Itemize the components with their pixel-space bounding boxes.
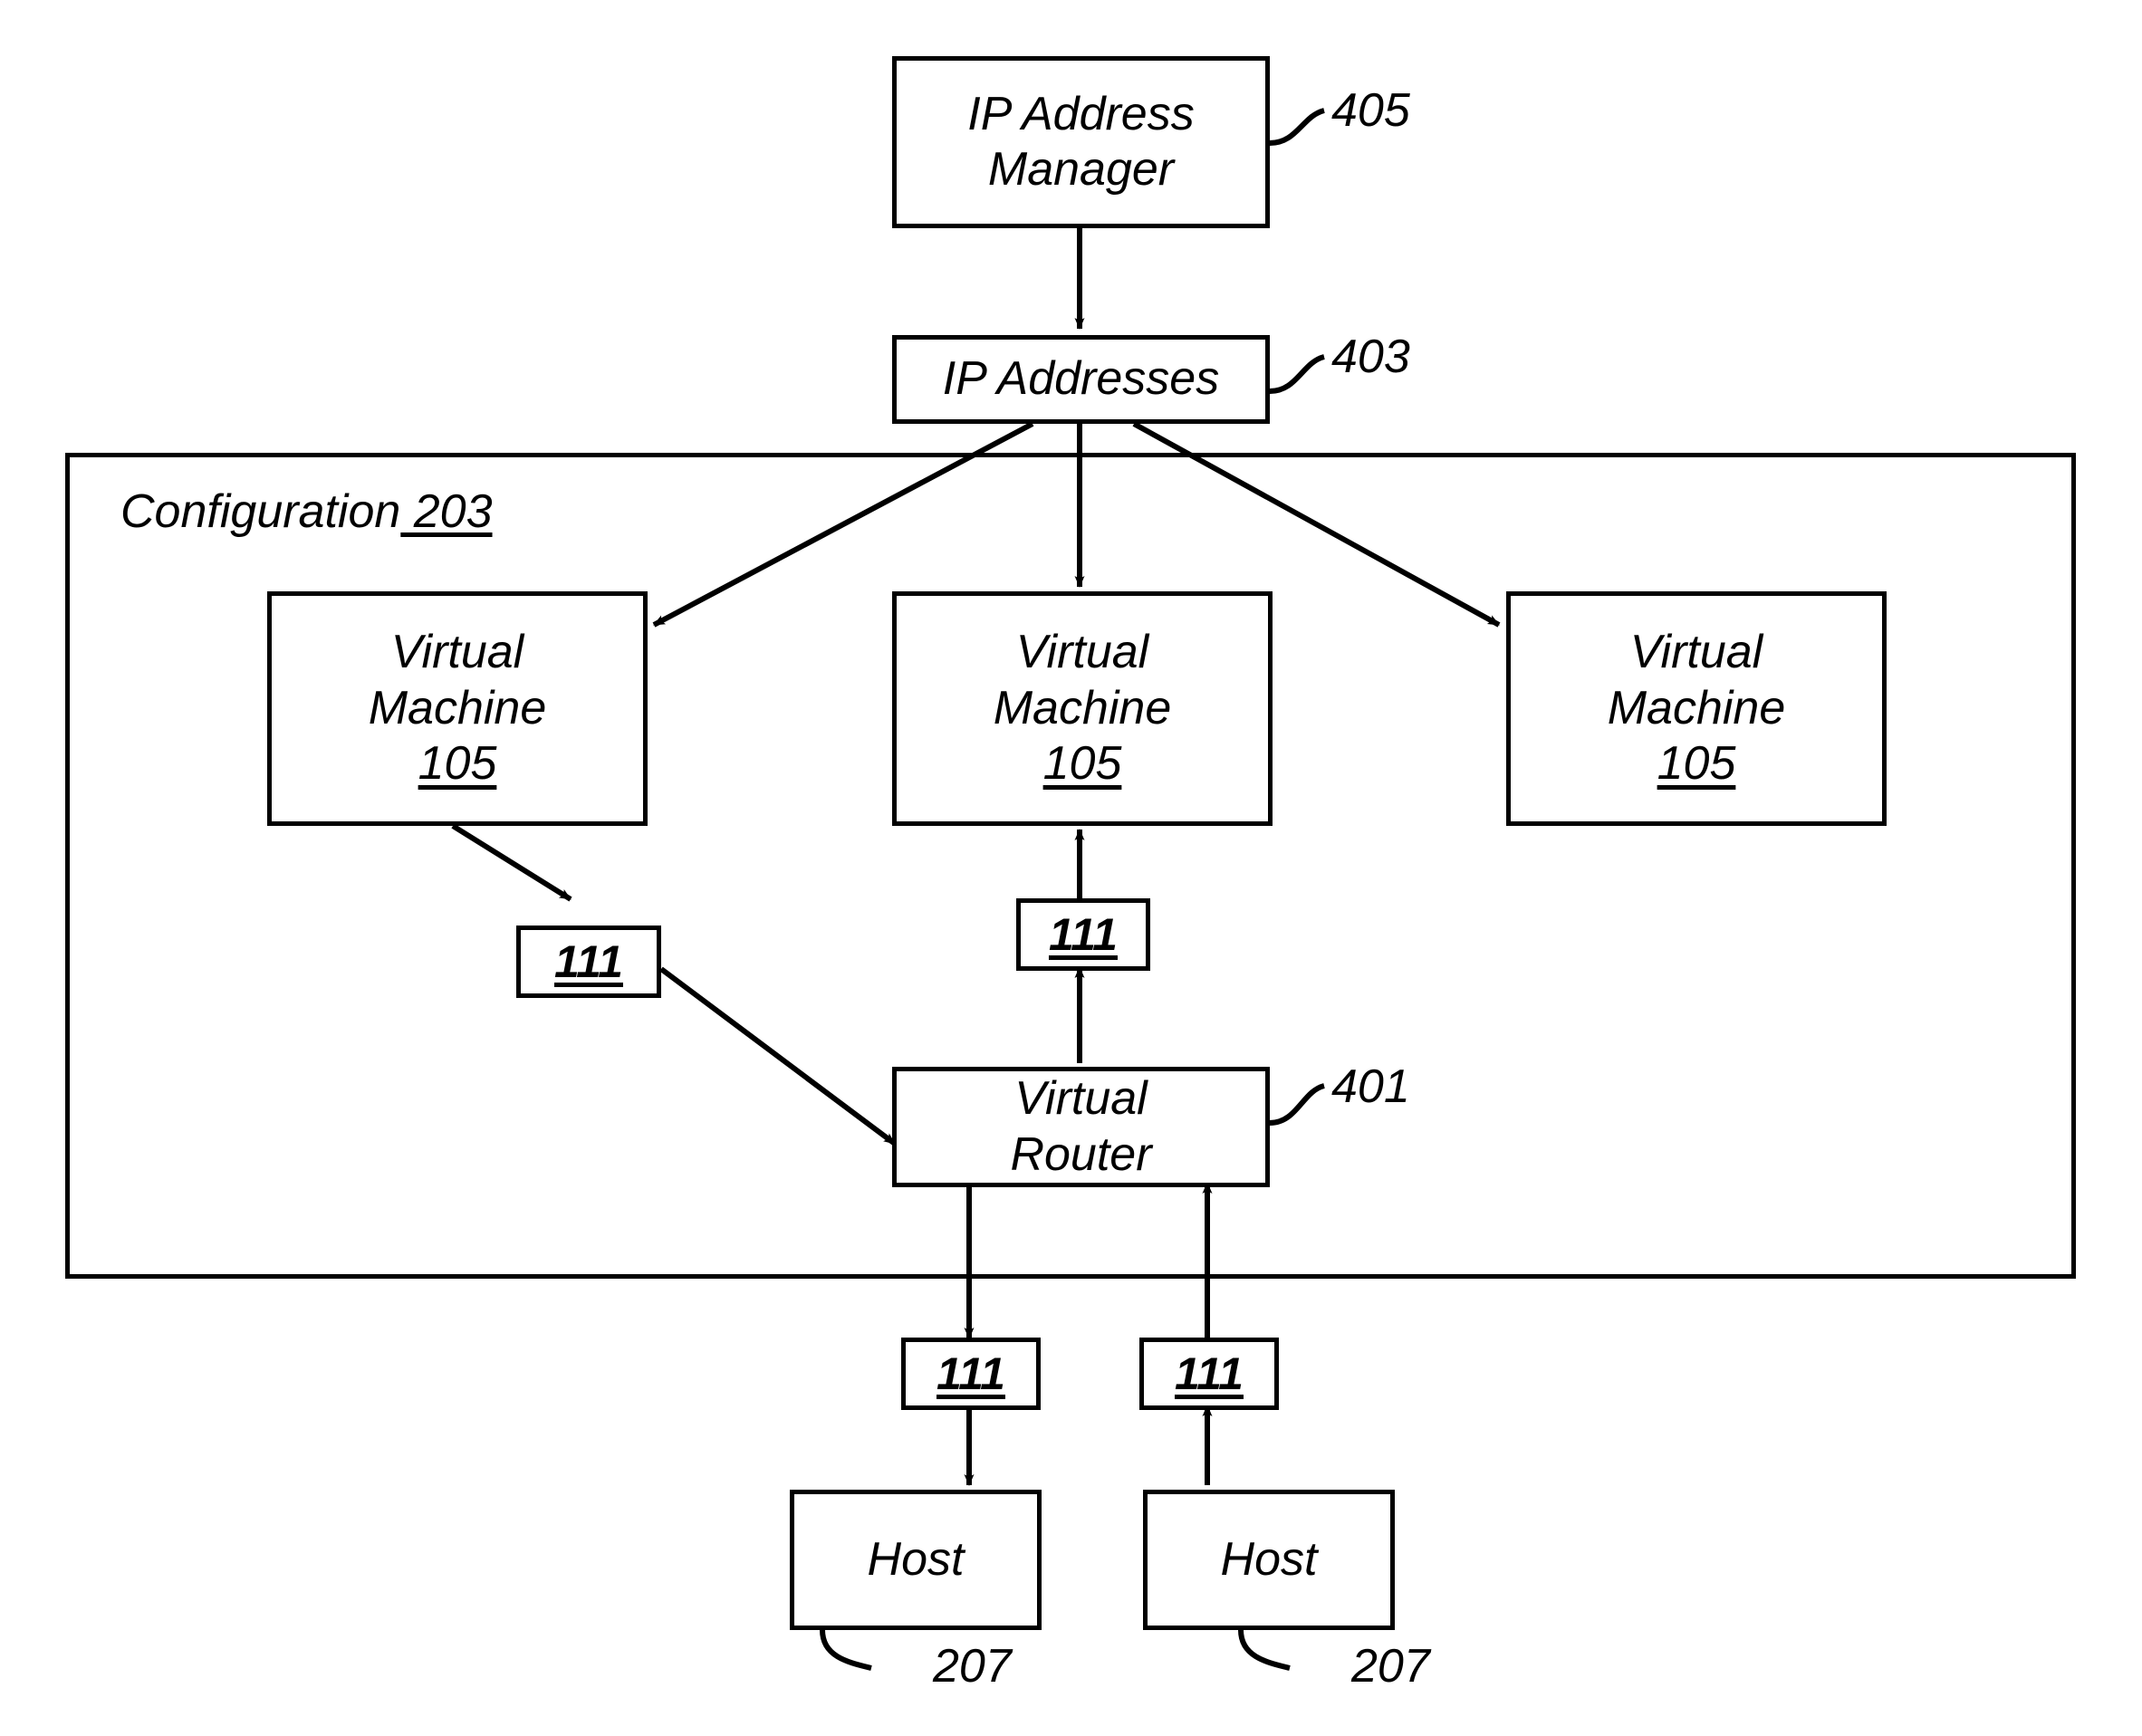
virtual-router-label-line1: Virtual [1014, 1072, 1148, 1126]
virtual-machine-right-label-line1: Virtual [1629, 626, 1763, 679]
virtual-machine-right-id: 105 [1657, 737, 1736, 791]
host-right-node[interactable]: Host [1143, 1490, 1395, 1630]
virtual-machine-center-label-line1: Virtual [1015, 626, 1149, 679]
virtual-machine-right-node[interactable]: Virtual Machine 105 [1506, 591, 1887, 826]
leader-line-403 [1269, 354, 1325, 394]
leader-line-207-right [1238, 1629, 1291, 1671]
ref-number-207-left: 207 [933, 1640, 1012, 1693]
ref-number-405: 405 [1331, 84, 1410, 137]
router-host-right-port-111-id: 111 [1174, 1348, 1244, 1399]
vm-center-port-111-id: 111 [1048, 908, 1118, 960]
vm-center-port-111-node[interactable]: 111 [1016, 898, 1150, 971]
patent-figure: Configuration 203 IP Address Manager 405… [0, 0, 2142, 1736]
router-host-left-port-111-id: 111 [936, 1348, 1005, 1399]
ip-address-manager-label-line1: IP Address [967, 87, 1195, 140]
host-right-label: Host [1220, 1532, 1318, 1586]
configuration-group-label: Configuration 203 [120, 484, 493, 539]
leader-line-207-left [820, 1629, 872, 1671]
ip-address-manager-label-line2: Manager [987, 143, 1175, 196]
virtual-machine-center-id: 105 [1042, 737, 1122, 791]
ip-address-manager-node[interactable]: IP Address Manager [892, 56, 1270, 228]
virtual-machine-left-label-line1: Virtual [390, 626, 524, 679]
virtual-machine-left-label-line2: Machine [368, 681, 547, 734]
virtual-machine-right-label-line2: Machine [1607, 681, 1786, 734]
ref-number-207-right: 207 [1351, 1640, 1430, 1693]
ref-number-401: 401 [1331, 1060, 1410, 1113]
vm-left-port-111-node[interactable]: 111 [516, 926, 661, 998]
virtual-machine-left-node[interactable]: Virtual Machine 105 [267, 591, 648, 826]
configuration-label-text: Configuration [120, 485, 401, 538]
ref-number-403: 403 [1331, 331, 1410, 383]
virtual-machine-center-node[interactable]: Virtual Machine 105 [892, 591, 1273, 826]
ip-addresses-label: IP Addresses [942, 352, 1220, 406]
vm-left-port-111-id: 111 [553, 935, 623, 987]
host-left-label: Host [867, 1532, 965, 1586]
ip-addresses-node[interactable]: IP Addresses [892, 335, 1270, 424]
virtual-router-label-line2: Router [1010, 1127, 1152, 1181]
router-host-right-port-111-node[interactable]: 111 [1139, 1338, 1279, 1410]
virtual-machine-left-id: 105 [418, 737, 497, 791]
virtual-machine-center-label-line2: Machine [993, 681, 1172, 734]
host-left-node[interactable]: Host [790, 1490, 1042, 1630]
configuration-label-number: 203 [400, 485, 493, 538]
leader-line-405 [1269, 108, 1325, 146]
virtual-router-node[interactable]: Virtual Router [892, 1067, 1270, 1187]
router-host-left-port-111-node[interactable]: 111 [901, 1338, 1041, 1410]
